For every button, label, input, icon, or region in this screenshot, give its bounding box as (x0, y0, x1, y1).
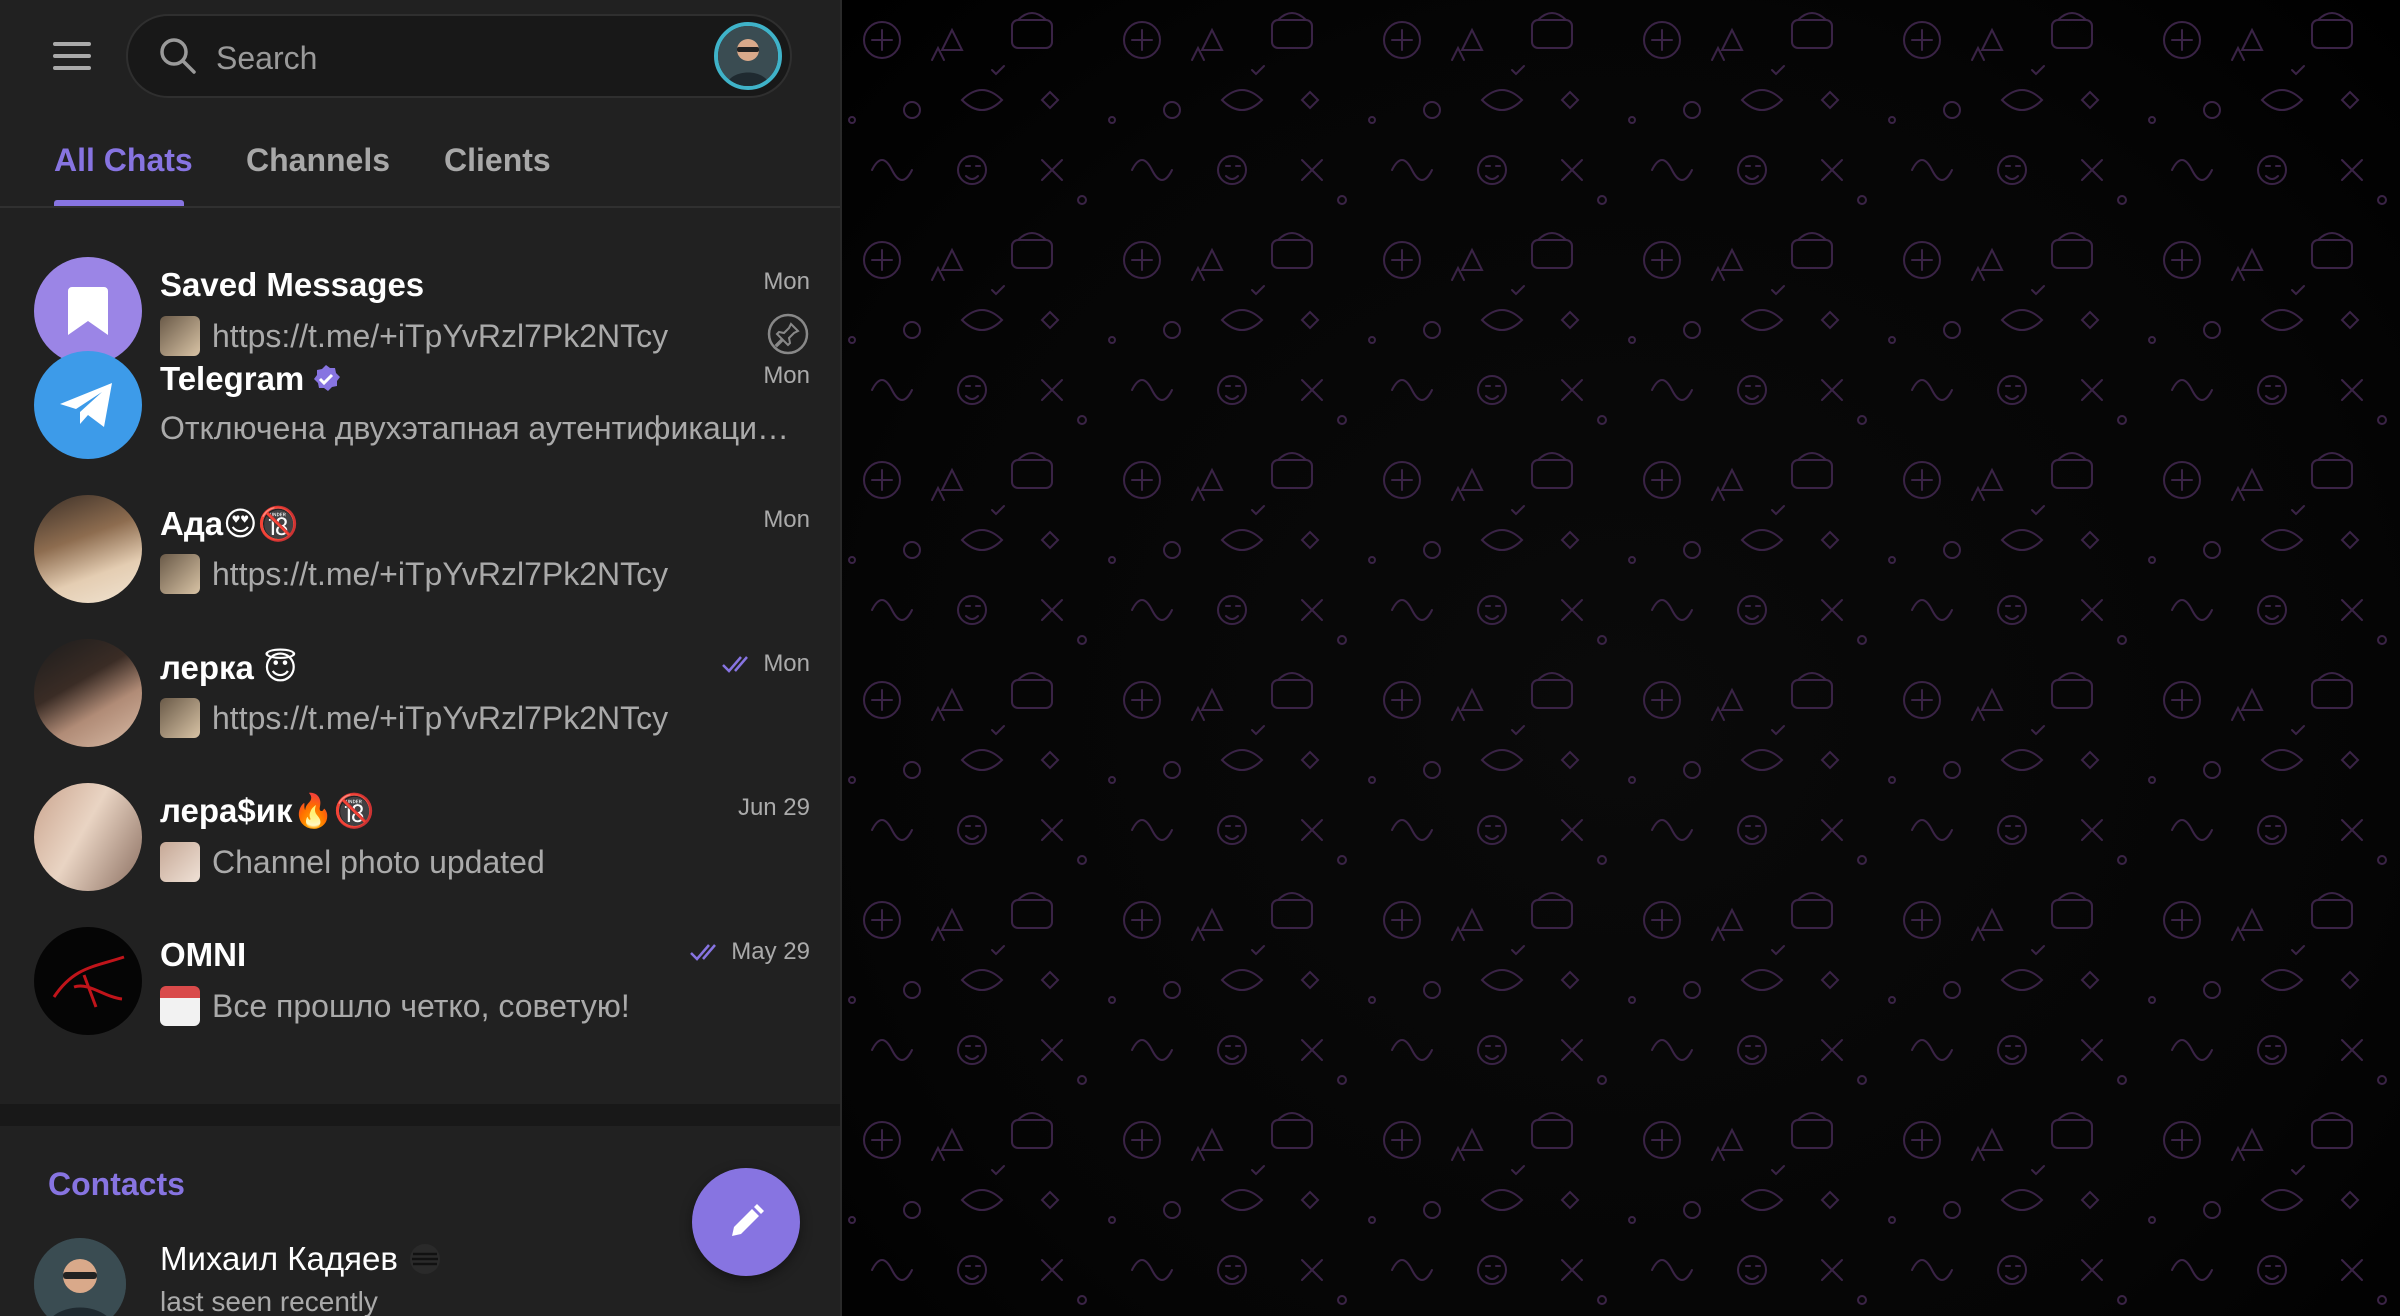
account-avatar[interactable] (714, 22, 782, 90)
new-message-button[interactable] (692, 1168, 800, 1276)
telegram-app: All Chats Channels Clients Saved Message… (0, 0, 2400, 1316)
contact-photo-avatar (34, 639, 142, 747)
contact-photo-avatar (34, 495, 142, 603)
chat-name: лера$ик🔥🔞 (160, 792, 375, 829)
chat-preview-text: Channel photo updated (212, 843, 545, 880)
contact-name-row: Михаил Кадяев (160, 1240, 442, 1278)
telegram-avatar (34, 351, 142, 459)
sidebar: All Chats Channels Clients Saved Message… (0, 0, 840, 1316)
preview-thumbnail (160, 554, 200, 594)
verified-badge-icon (314, 365, 341, 391)
sidebar-header (0, 0, 840, 110)
tab-channels[interactable]: Channels (246, 128, 390, 206)
active-tab-indicator (54, 200, 184, 206)
chat-time: May 29 (731, 938, 810, 965)
doodle-pattern (842, 0, 2400, 1316)
search-input[interactable] (214, 38, 698, 78)
person-avatar-icon (718, 26, 778, 86)
chat-preview: Отключена двухэтапная аутентификаци… (160, 410, 790, 447)
premium-status-icon (409, 1244, 440, 1274)
contacts-section-title: Contacts (48, 1166, 185, 1202)
chat-item-lerasik[interactable]: лера$ик🔥🔞 Jun 29 Channel photo updated (16, 762, 824, 900)
chat-preview-text: https://t.me/+iTpYvRzl7Pk2NTcy (212, 555, 669, 592)
chat-preview-text: Отключена двухэтапная аутентификаци… (160, 410, 790, 446)
chat-name: лерка 😇 (160, 649, 298, 686)
chat-preview: Все прошло четко, советую! (160, 986, 790, 1026)
chat-item-ada[interactable]: Ада😍🔞 Mon https://t.me/+iTpYvRzl7Pk2NTcy (16, 474, 824, 612)
chat-background-pattern (840, 0, 2400, 1316)
tab-clients[interactable]: Clients (444, 128, 551, 206)
person-avatar-icon (34, 1238, 126, 1316)
search-bar[interactable] (126, 14, 792, 98)
chat-time: Mon (763, 362, 810, 389)
chat-item-lerka[interactable]: лерка 😇 Mon https://t.me/+iTpYvRzl7Pk2NT… (16, 618, 824, 756)
chat-folder-tabs: All Chats Channels Clients (0, 128, 840, 208)
chat-preview-text: Все прошло четко, советую! (212, 987, 630, 1024)
section-divider (0, 1104, 840, 1126)
pencil-icon (732, 1204, 764, 1236)
chat-time-row: Mon (721, 650, 810, 678)
chat-item-omni[interactable]: OMNI May 29 Все прошло четко, советую! (16, 906, 824, 1044)
preview-thumbnail (160, 842, 200, 882)
chat-time: Mon (763, 650, 810, 677)
menu-icon[interactable] (40, 30, 104, 82)
contact-avatar (34, 1238, 126, 1316)
chat-time: Jun 29 (737, 794, 810, 821)
omni-avatar (34, 927, 142, 1035)
telegram-logo-icon (60, 383, 112, 427)
chat-time-row: May 29 (689, 938, 810, 966)
tab-all-chats[interactable]: All Chats (54, 128, 193, 206)
chat-name: Ада😍🔞 (160, 505, 299, 542)
chat-preview: Channel photo updated (160, 842, 790, 882)
double-check-icon (690, 944, 717, 961)
chat-time: Mon (763, 268, 810, 295)
red-dragon-logo-icon (52, 955, 125, 1008)
chat-name-row: Telegram (160, 360, 342, 398)
chat-preview-text: https://t.me/+iTpYvRzl7Pk2NTcy (212, 699, 669, 736)
chat-name: OMNI (160, 936, 247, 973)
double-check-icon (722, 656, 749, 673)
chat-name: Saved Messages (160, 266, 425, 303)
preview-thumbnail (160, 698, 200, 738)
search-icon (160, 38, 196, 74)
contact-name: Михаил Кадяев (160, 1240, 398, 1277)
contact-status: last seen recently (160, 1286, 378, 1316)
chat-time: Mon (763, 506, 810, 533)
calendar-emoji-icon (160, 986, 200, 1026)
chat-item-telegram[interactable]: Telegram Mon Отключена двухэтапная аутен… (16, 330, 824, 468)
chat-preview: https://t.me/+iTpYvRzl7Pk2NTcy (160, 698, 790, 738)
channel-photo-avatar (34, 783, 142, 891)
chat-preview: https://t.me/+iTpYvRzl7Pk2NTcy (160, 554, 790, 594)
chat-name: Telegram (160, 360, 305, 397)
